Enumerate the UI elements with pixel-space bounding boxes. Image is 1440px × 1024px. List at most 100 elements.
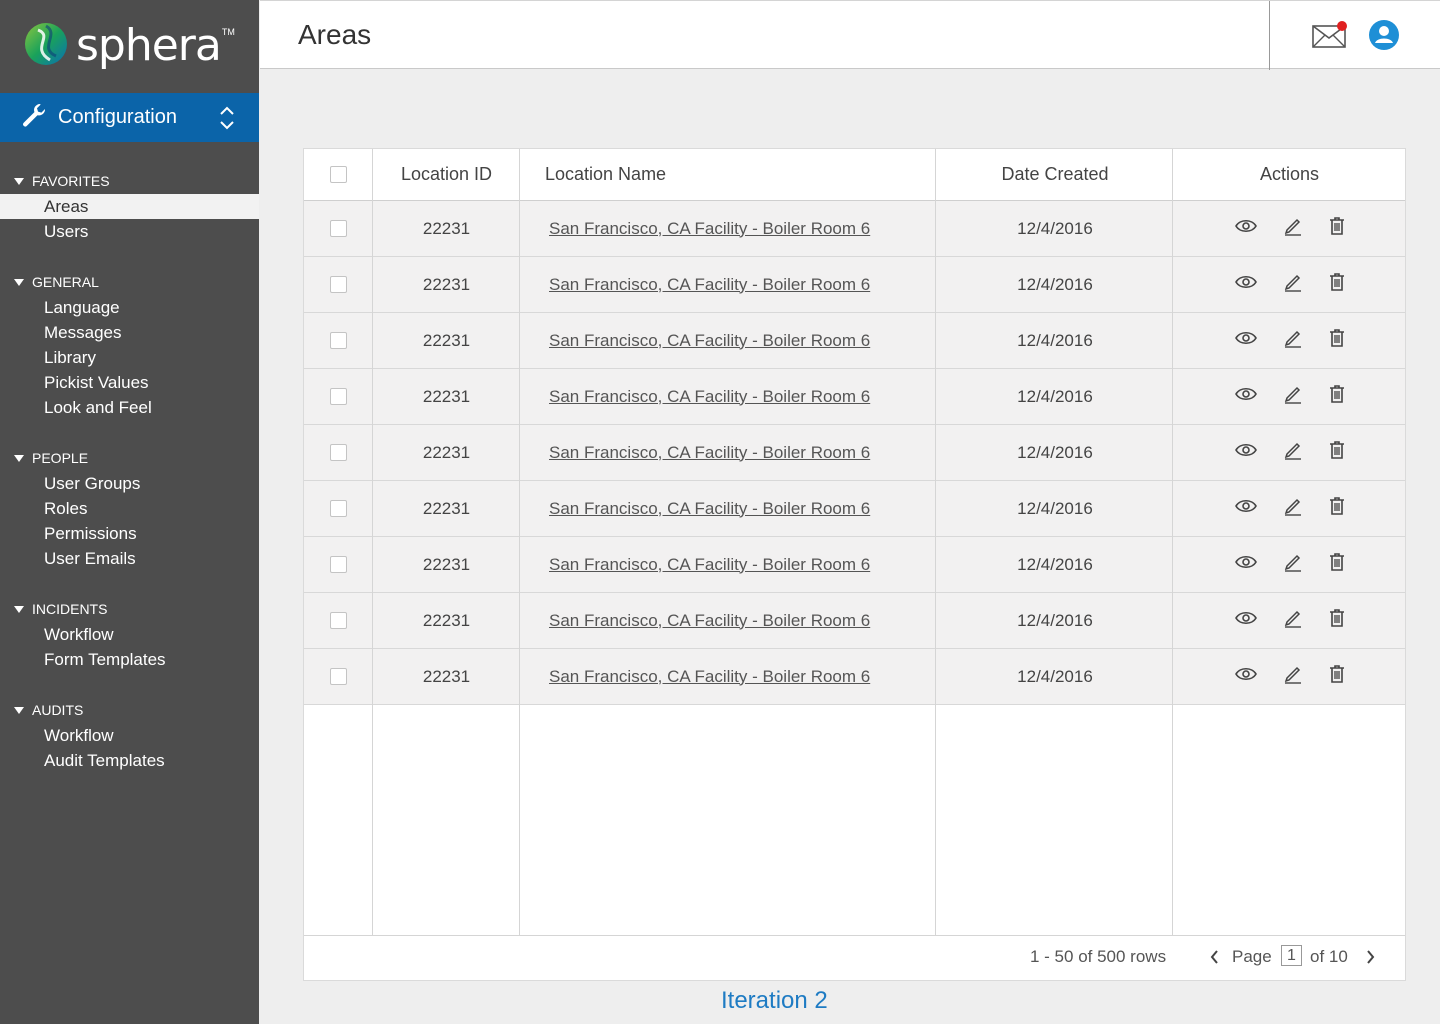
user-avatar-icon bbox=[1368, 20, 1400, 55]
view-button[interactable] bbox=[1234, 386, 1257, 407]
delete-button[interactable] bbox=[1329, 272, 1345, 297]
edit-button[interactable] bbox=[1283, 384, 1303, 409]
location-name-link[interactable]: San Francisco, CA Facility - Boiler Room… bbox=[549, 219, 870, 239]
edit-button[interactable] bbox=[1283, 440, 1303, 465]
caret-down-icon bbox=[14, 177, 24, 185]
row-checkbox-cell bbox=[304, 481, 372, 536]
view-icon bbox=[1234, 330, 1257, 351]
location-name-link[interactable]: San Francisco, CA Facility - Boiler Room… bbox=[549, 331, 870, 351]
location-name-link[interactable]: San Francisco, CA Facility - Boiler Room… bbox=[549, 611, 870, 631]
select-all-checkbox[interactable] bbox=[329, 166, 347, 183]
date-created-cell: 12/4/2016 bbox=[1017, 554, 1093, 574]
sidebar-item-messages[interactable]: Messages bbox=[0, 320, 259, 345]
view-button[interactable] bbox=[1234, 498, 1257, 519]
sidebar-item-look-and-feel[interactable]: Look and Feel bbox=[0, 395, 259, 420]
nav-section-header[interactable]: PEOPLE bbox=[0, 445, 259, 471]
view-button[interactable] bbox=[1234, 666, 1257, 687]
configuration-selector[interactable]: Configuration bbox=[0, 93, 259, 142]
delete-button[interactable] bbox=[1329, 384, 1345, 409]
delete-button[interactable] bbox=[1329, 328, 1345, 353]
column-header-location-name[interactable]: Location Name bbox=[521, 149, 936, 200]
row-checkbox-cell bbox=[304, 649, 372, 704]
row-checkbox[interactable] bbox=[329, 332, 347, 349]
row-checkbox[interactable] bbox=[329, 220, 347, 237]
edit-button[interactable] bbox=[1283, 272, 1303, 297]
brand-name: sphera bbox=[76, 20, 222, 71]
view-button[interactable] bbox=[1234, 610, 1257, 631]
row-checkbox-cell bbox=[304, 313, 372, 368]
edit-button[interactable] bbox=[1283, 328, 1303, 353]
row-checkbox[interactable] bbox=[329, 668, 347, 685]
row-checkbox[interactable] bbox=[329, 500, 347, 517]
view-button[interactable] bbox=[1234, 330, 1257, 351]
view-button[interactable] bbox=[1234, 554, 1257, 575]
location-name-link[interactable]: San Francisco, CA Facility - Boiler Room… bbox=[549, 555, 870, 575]
delete-button[interactable] bbox=[1329, 552, 1345, 577]
row-checkbox[interactable] bbox=[329, 612, 347, 629]
delete-icon bbox=[1329, 384, 1345, 409]
row-checkbox[interactable] bbox=[329, 388, 347, 405]
previous-page-button[interactable] bbox=[1209, 949, 1221, 970]
sidebar-item-user-groups[interactable]: User Groups bbox=[0, 471, 259, 496]
page-title: Areas bbox=[298, 19, 372, 50]
edit-button[interactable] bbox=[1283, 216, 1303, 241]
column-header-location-id[interactable]: Location ID bbox=[373, 149, 520, 200]
next-page-button[interactable] bbox=[1364, 949, 1376, 970]
nav-section-title: AUDITS bbox=[32, 702, 84, 718]
nav-section-header[interactable]: INCIDENTS bbox=[0, 596, 259, 622]
sidebar-item-user-emails[interactable]: User Emails bbox=[0, 546, 259, 571]
location-name-cell: San Francisco, CA Facility - Boiler Room… bbox=[521, 649, 936, 704]
sidebar-item-pickist-values[interactable]: Pickist Values bbox=[0, 370, 259, 395]
row-checkbox[interactable] bbox=[329, 556, 347, 573]
nav-section-header[interactable]: FAVORITES bbox=[0, 168, 259, 194]
delete-button[interactable] bbox=[1329, 608, 1345, 633]
user-profile-button[interactable] bbox=[1368, 19, 1400, 56]
sidebar-item-workflow[interactable]: Workflow bbox=[0, 622, 259, 647]
column-header-actions: Actions bbox=[1259, 164, 1320, 184]
date-created-cell: 12/4/2016 bbox=[1017, 442, 1093, 462]
location-name-cell: San Francisco, CA Facility - Boiler Room… bbox=[521, 481, 936, 536]
row-checkbox-cell bbox=[304, 593, 372, 648]
location-name-link[interactable]: San Francisco, CA Facility - Boiler Room… bbox=[549, 387, 870, 407]
sidebar-item-audit-templates[interactable]: Audit Templates bbox=[0, 748, 259, 773]
actions-cell bbox=[1174, 649, 1405, 704]
sidebar-item-language[interactable]: Language bbox=[0, 295, 259, 320]
nav-section-header[interactable]: AUDITS bbox=[0, 697, 259, 723]
delete-button[interactable] bbox=[1329, 664, 1345, 689]
location-name-link[interactable]: San Francisco, CA Facility - Boiler Room… bbox=[549, 499, 870, 519]
sidebar-item-roles[interactable]: Roles bbox=[0, 496, 259, 521]
location-name-link[interactable]: San Francisco, CA Facility - Boiler Room… bbox=[549, 275, 870, 295]
view-button[interactable] bbox=[1234, 274, 1257, 295]
edit-button[interactable] bbox=[1283, 664, 1303, 689]
location-name-link[interactable]: San Francisco, CA Facility - Boiler Room… bbox=[549, 667, 870, 687]
mail-button[interactable] bbox=[1312, 21, 1350, 54]
location-name-link[interactable]: San Francisco, CA Facility - Boiler Room… bbox=[549, 443, 870, 463]
row-checkbox-cell bbox=[304, 257, 372, 312]
row-checkbox[interactable] bbox=[329, 444, 347, 461]
edit-icon bbox=[1283, 664, 1303, 689]
view-button[interactable] bbox=[1234, 442, 1257, 463]
sidebar-item-users[interactable]: Users bbox=[0, 219, 259, 244]
column-header-date-created[interactable]: Date Created bbox=[937, 149, 1173, 200]
edit-button[interactable] bbox=[1283, 552, 1303, 577]
location-name-cell: San Francisco, CA Facility - Boiler Room… bbox=[521, 425, 936, 480]
sidebar-item-areas[interactable]: Areas bbox=[0, 194, 259, 219]
sidebar-item-workflow[interactable]: Workflow bbox=[0, 723, 259, 748]
sidebar-item-library[interactable]: Library bbox=[0, 345, 259, 370]
edit-button[interactable] bbox=[1283, 608, 1303, 633]
caret-down-icon bbox=[14, 706, 24, 714]
sidebar-item-permissions[interactable]: Permissions bbox=[0, 521, 259, 546]
current-page-input[interactable]: 1 bbox=[1281, 945, 1302, 966]
nav-section-title: FAVORITES bbox=[32, 173, 110, 189]
row-checkbox[interactable] bbox=[329, 276, 347, 293]
view-button[interactable] bbox=[1234, 218, 1257, 239]
view-icon bbox=[1234, 218, 1257, 239]
nav-section-title: GENERAL bbox=[32, 274, 99, 290]
delete-button[interactable] bbox=[1329, 216, 1345, 241]
edit-button[interactable] bbox=[1283, 496, 1303, 521]
sidebar-item-form-templates[interactable]: Form Templates bbox=[0, 647, 259, 672]
delete-button[interactable] bbox=[1329, 440, 1345, 465]
delete-icon bbox=[1329, 440, 1345, 465]
delete-button[interactable] bbox=[1329, 496, 1345, 521]
nav-section-header[interactable]: GENERAL bbox=[0, 269, 259, 295]
